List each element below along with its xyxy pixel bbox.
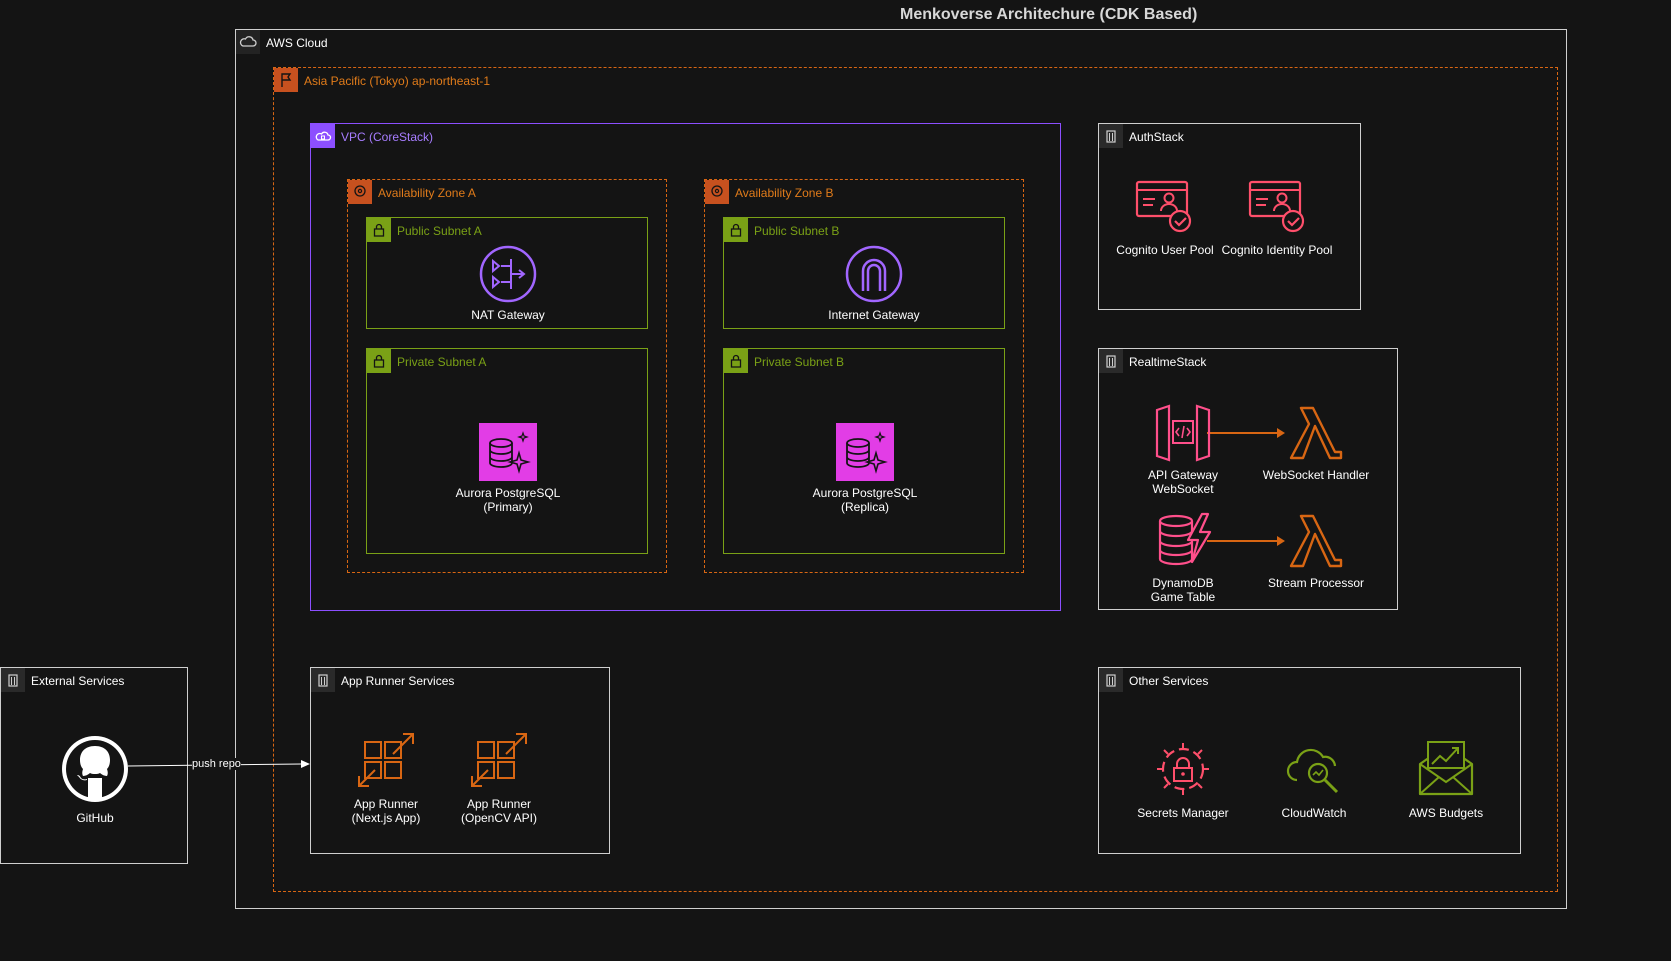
az-b-label: Availability Zone B (735, 186, 834, 200)
secrets-manager-label: Secrets Manager (1137, 806, 1229, 820)
cloudwatch-label: CloudWatch (1281, 806, 1347, 820)
stream-processor-label: Stream Processor (1267, 576, 1365, 590)
private-subnet-b: Private Subnet B Aurora PostgreSQL (Repl… (723, 348, 1005, 554)
lock-icon (724, 218, 748, 242)
vpc-cloud-icon (311, 124, 335, 148)
apigw-to-handler-arrow (1207, 428, 1285, 438)
aws-budgets-label: AWS Budgets (1408, 806, 1484, 820)
private-subnet-b-label: Private Subnet B (754, 355, 845, 369)
api-gateway-icon (1155, 404, 1211, 462)
external-services-label: External Services (31, 674, 125, 688)
cloud-icon (236, 30, 260, 54)
app-runner-services-label: App Runner Services (341, 674, 455, 688)
other-services-group: Other Services Secrets Manager CloudWatc… (1098, 667, 1521, 854)
aurora-replica-label: Aurora PostgreSQL (Replica) (812, 486, 918, 514)
app-runner-next-label: App Runner (Next.js App) (351, 797, 421, 825)
building-icon (1099, 349, 1123, 373)
az-a-label: Availability Zone A (378, 186, 476, 200)
auth-stack-label: AuthStack (1129, 130, 1184, 144)
aurora-icon (479, 423, 537, 481)
app-runner-services-group: App Runner Services App Runner (Next.js … (310, 667, 610, 854)
push-repo-label: push repo (192, 758, 241, 770)
building-icon (311, 668, 335, 692)
public-subnet-b: Public Subnet B Internet Gateway (723, 217, 1005, 329)
cloudwatch-icon (1286, 748, 1339, 794)
public-subnet-b-label: Public Subnet B (754, 224, 840, 238)
other-services-label: Other Services (1129, 674, 1209, 688)
cognito-icon (1135, 180, 1192, 233)
app-runner-icon (471, 733, 527, 787)
dynamodb-to-stream-arrow (1207, 536, 1285, 546)
github-label: GitHub (76, 811, 114, 825)
private-subnet-a: Private Subnet A Aurora PostgreSQL (Prim… (366, 348, 648, 554)
flag-icon (274, 68, 298, 92)
location-pin-icon (348, 180, 372, 204)
app-runner-icon (358, 733, 414, 787)
websocket-handler-label: WebSocket Handler (1262, 468, 1370, 482)
lock-icon (724, 349, 748, 373)
building-icon (1099, 124, 1123, 148)
vpc-label: VPC (CoreStack) (341, 130, 434, 144)
lock-icon (367, 218, 391, 242)
lambda-icon (1289, 514, 1343, 568)
budgets-icon (1418, 741, 1474, 796)
realtime-stack-group: RealtimeStack API Gateway WebSocket WebS… (1098, 348, 1398, 610)
public-subnet-a: Public Subnet A NAT Gateway (366, 217, 648, 329)
lock-icon (367, 349, 391, 373)
dynamodb-icon (1158, 512, 1212, 566)
location-pin-icon (705, 180, 729, 204)
cognito-user-pool-label: Cognito User Pool (1116, 243, 1214, 257)
aws-cloud-label: AWS Cloud (266, 36, 328, 50)
realtime-stack-label: RealtimeStack (1129, 355, 1207, 369)
cognito-identity-pool-label: Cognito Identity Pool (1221, 243, 1333, 257)
public-subnet-a-label: Public Subnet A (397, 224, 482, 238)
internet-gateway-label: Internet Gateway (828, 308, 920, 322)
nat-gateway-label: NAT Gateway (471, 308, 545, 322)
lambda-icon (1289, 406, 1343, 460)
aurora-icon (836, 423, 894, 481)
secrets-manager-icon (1157, 743, 1209, 795)
dynamodb-game-table-label: DynamoDB Game Table (1150, 576, 1216, 604)
aurora-primary-label: Aurora PostgreSQL (Primary) (455, 486, 561, 514)
cognito-icon (1248, 180, 1305, 233)
private-subnet-a-label: Private Subnet A (397, 355, 487, 369)
api-gateway-websocket-label: API Gateway WebSocket (1147, 468, 1219, 496)
building-icon (1099, 668, 1123, 692)
region-label: Asia Pacific (Tokyo) ap-northeast-1 (304, 74, 491, 88)
building-icon (1, 668, 25, 692)
auth-stack-group: AuthStack Cognito User Pool Cognito Iden… (1098, 123, 1361, 310)
internet-gateway-icon (845, 245, 903, 303)
nat-gateway-icon (479, 245, 537, 303)
github-icon (62, 736, 128, 802)
app-runner-opencv-label: App Runner (OpenCV API) (460, 797, 538, 825)
diagram-title: Menkoverse Architechure (CDK Based) (900, 6, 1198, 23)
